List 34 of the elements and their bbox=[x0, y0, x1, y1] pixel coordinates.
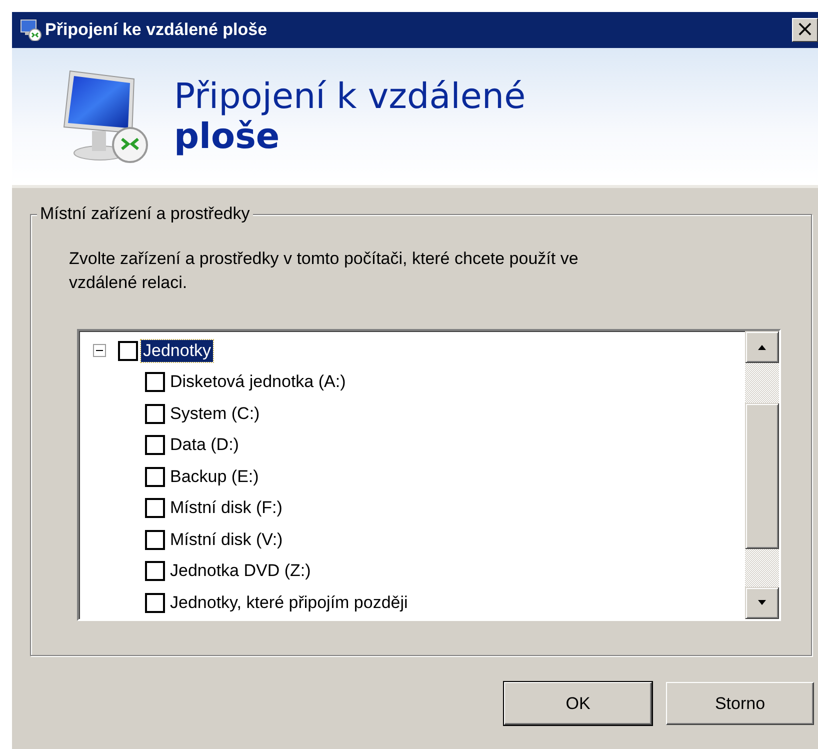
checkbox[interactable] bbox=[145, 498, 165, 518]
tree-item[interactable]: Data (D:) bbox=[168, 434, 241, 456]
scrollbar[interactable] bbox=[745, 331, 779, 619]
app-icon bbox=[20, 19, 42, 41]
checkbox[interactable] bbox=[145, 561, 165, 582]
checkbox[interactable] bbox=[118, 340, 138, 361]
scroll-down-button[interactable] bbox=[745, 587, 779, 619]
cancel-button[interactable]: Storno bbox=[666, 682, 814, 725]
checkbox[interactable] bbox=[145, 592, 165, 613]
tree-item[interactable]: Disketová jednotka (A:) bbox=[168, 371, 348, 394]
scroll-up-button[interactable] bbox=[745, 331, 779, 363]
up-arrow-icon bbox=[756, 343, 768, 351]
checkbox[interactable] bbox=[145, 530, 165, 550]
checkbox[interactable] bbox=[145, 372, 165, 392]
checkbox[interactable] bbox=[145, 404, 165, 424]
window-title: Připojení ke vzdálené ploše bbox=[45, 20, 268, 40]
tree-item[interactable]: System (C:) bbox=[168, 402, 262, 425]
tree-item[interactable]: Místní disk (V:) bbox=[168, 528, 285, 551]
checkbox[interactable] bbox=[145, 466, 165, 487]
tree-item[interactable]: Jednotky bbox=[141, 340, 214, 362]
tree-item[interactable]: Místní disk (F:) bbox=[168, 497, 284, 520]
tree-item[interactable]: Jednotka DVD (Z:) bbox=[168, 560, 313, 582]
description-text: Zvolte zařízení a prostředky v tomto počítači, které chcete použít ve vzdálené relaci. bbox=[69, 248, 580, 294]
down-arrow-icon bbox=[756, 599, 768, 607]
ok-button[interactable]: OK bbox=[504, 682, 652, 725]
header-title: ploše bbox=[174, 116, 281, 156]
header-title: Připojení k vzdálené bbox=[174, 76, 526, 116]
close-button[interactable]: × bbox=[792, 18, 818, 42]
scroll-thumb[interactable] bbox=[745, 403, 779, 549]
group-label: Místní zařízení a prostředky bbox=[37, 204, 253, 224]
tree-item[interactable]: Backup (E:) bbox=[168, 466, 261, 488]
tree-item[interactable]: Jednotky, které připojím později bbox=[168, 592, 410, 614]
checkbox[interactable] bbox=[145, 435, 165, 456]
collapse-icon[interactable] bbox=[93, 344, 106, 358]
